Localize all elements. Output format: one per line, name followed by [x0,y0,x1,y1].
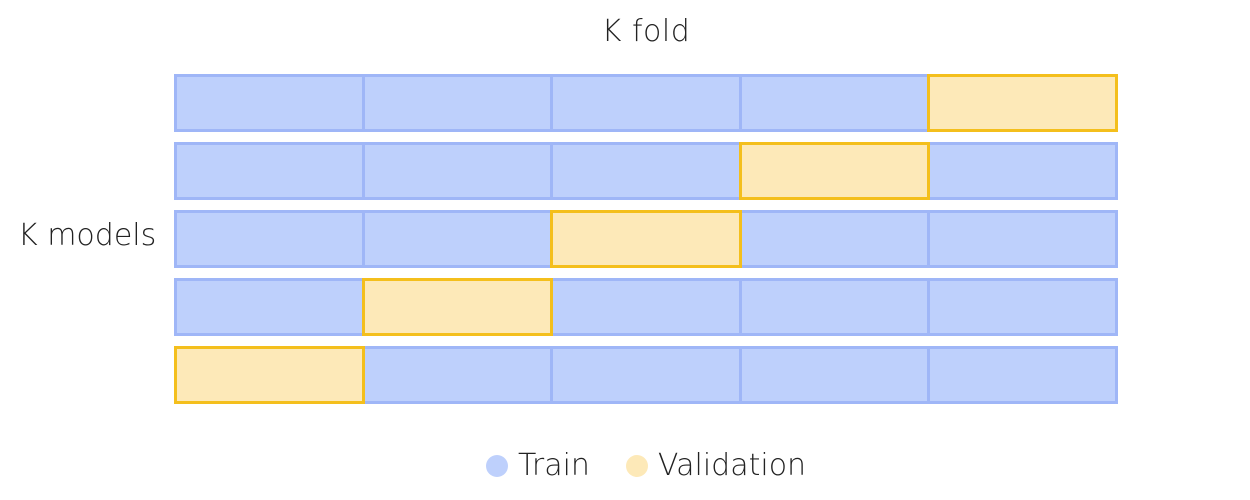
model-row [174,346,1119,404]
validation-fold [550,210,742,268]
train-fold [550,346,742,404]
train-swatch [485,454,508,477]
models-label: K models [18,218,157,253]
train-fold [738,74,930,132]
train-fold [550,74,742,132]
model-row [174,210,1119,268]
kfold-grid [174,74,1119,414]
legend-item-validation: Validation [625,448,807,483]
model-row [174,142,1119,200]
diagram-title: K fold [601,14,691,49]
train-fold [174,278,366,336]
validation-fold [738,142,930,200]
validation-fold [362,278,554,336]
train-fold [738,346,930,404]
train-fold [362,210,554,268]
validation-fold [174,346,366,404]
train-fold [174,210,366,268]
train-fold [926,210,1119,268]
train-fold [174,142,366,200]
train-fold [550,278,742,336]
validation-fold [926,74,1119,132]
validation-swatch [625,454,648,477]
legend: Train Validation [0,448,1250,483]
train-fold [362,346,554,404]
train-fold [926,346,1119,404]
train-fold [362,74,554,132]
train-fold [362,142,554,200]
model-row [174,74,1119,132]
train-fold [738,210,930,268]
model-row [174,278,1119,336]
legend-item-train: Train [485,448,590,483]
train-fold [174,74,366,132]
train-fold [926,142,1119,200]
train-fold [738,278,930,336]
train-fold [926,278,1119,336]
legend-label-validation: Validation [657,448,807,483]
train-fold [550,142,742,200]
legend-label-train: Train [517,448,590,483]
